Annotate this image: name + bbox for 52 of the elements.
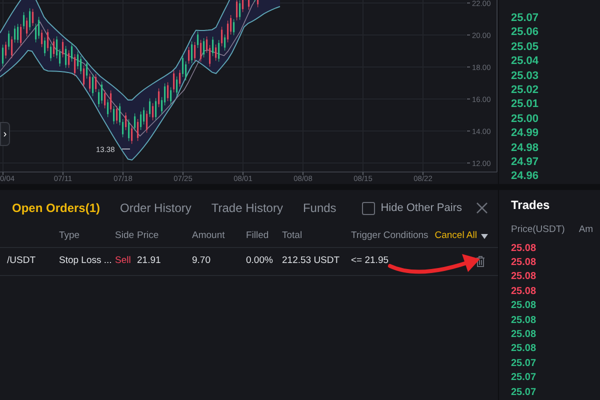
order-tab[interactable]: Open Orders(1) xyxy=(12,199,100,217)
order-book-price: 25.07 xyxy=(511,11,540,26)
table-cell-text: Sell xyxy=(115,254,132,268)
checkbox[interactable] xyxy=(362,202,375,214)
trade-price: 25.08 xyxy=(511,284,536,299)
column-header: Am xyxy=(578,223,594,238)
order-book-price: 25.06 xyxy=(511,25,540,40)
column-header: Side xyxy=(115,229,136,244)
order-book-price: 25.00 xyxy=(511,112,540,126)
order-book-price: 24.97 xyxy=(511,154,540,170)
delete-icon[interactable] xyxy=(476,256,485,267)
order-book-price: 25.01 xyxy=(511,97,540,112)
trades-title: Trades xyxy=(510,197,551,214)
trade-price: 25.07 xyxy=(511,371,536,386)
trade-price: 25.08 xyxy=(511,270,536,284)
column-header: Price(USDT) xyxy=(511,223,565,238)
trade-price: 25.08 xyxy=(511,328,536,342)
expand-button[interactable]: › xyxy=(0,122,10,146)
trade-price: 25.08 xyxy=(511,299,536,314)
order-book-price: 25.02 xyxy=(511,82,540,98)
order-tab[interactable]: Funds xyxy=(302,199,336,217)
close-icon[interactable] xyxy=(476,202,488,214)
table-cell-text: <= 21.95 xyxy=(351,254,390,268)
table-cell-text: 9.70 xyxy=(192,254,212,268)
cancel-all-button[interactable]: Cancel All xyxy=(434,229,488,244)
trade-price: 25.07 xyxy=(511,356,536,371)
order-book-price: 24.99 xyxy=(511,126,540,141)
order-book-price: 25.05 xyxy=(511,40,540,54)
order-book-price: 25.03 xyxy=(511,68,540,83)
table-cell-text: Stop Loss ... xyxy=(59,254,113,268)
trade-price: 25.07 xyxy=(511,386,536,400)
column-header: Total xyxy=(282,229,304,244)
column-header: Price xyxy=(137,229,160,244)
column-header: Filled xyxy=(246,229,270,244)
table-cell-text: 0.00% xyxy=(246,254,274,268)
trade-price: 25.08 xyxy=(511,256,536,270)
table-cell-text: 212.53 USDT xyxy=(282,254,341,268)
hide-other-pairs-label: Hide Other Pairs xyxy=(380,200,462,216)
order-tab[interactable]: Trade History xyxy=(211,199,283,217)
trade-price: 25.08 xyxy=(511,314,536,328)
order-tab[interactable]: Order History xyxy=(120,199,192,217)
column-header: Trigger Conditions xyxy=(351,229,430,244)
table-cell-text: /USDT xyxy=(7,254,36,268)
order-book-price: 24.96 xyxy=(511,169,540,184)
order-book-price: 25.04 xyxy=(511,54,540,69)
caret-icon[interactable] xyxy=(481,234,488,239)
trade-price: 25.08 xyxy=(511,242,536,256)
order-book-price: 24.98 xyxy=(511,140,540,155)
table-cell-text: 21.91 xyxy=(137,254,162,268)
trade-price: 25.08 xyxy=(511,342,536,356)
column-header: Amount xyxy=(192,229,226,244)
column-header: Type xyxy=(59,229,81,244)
